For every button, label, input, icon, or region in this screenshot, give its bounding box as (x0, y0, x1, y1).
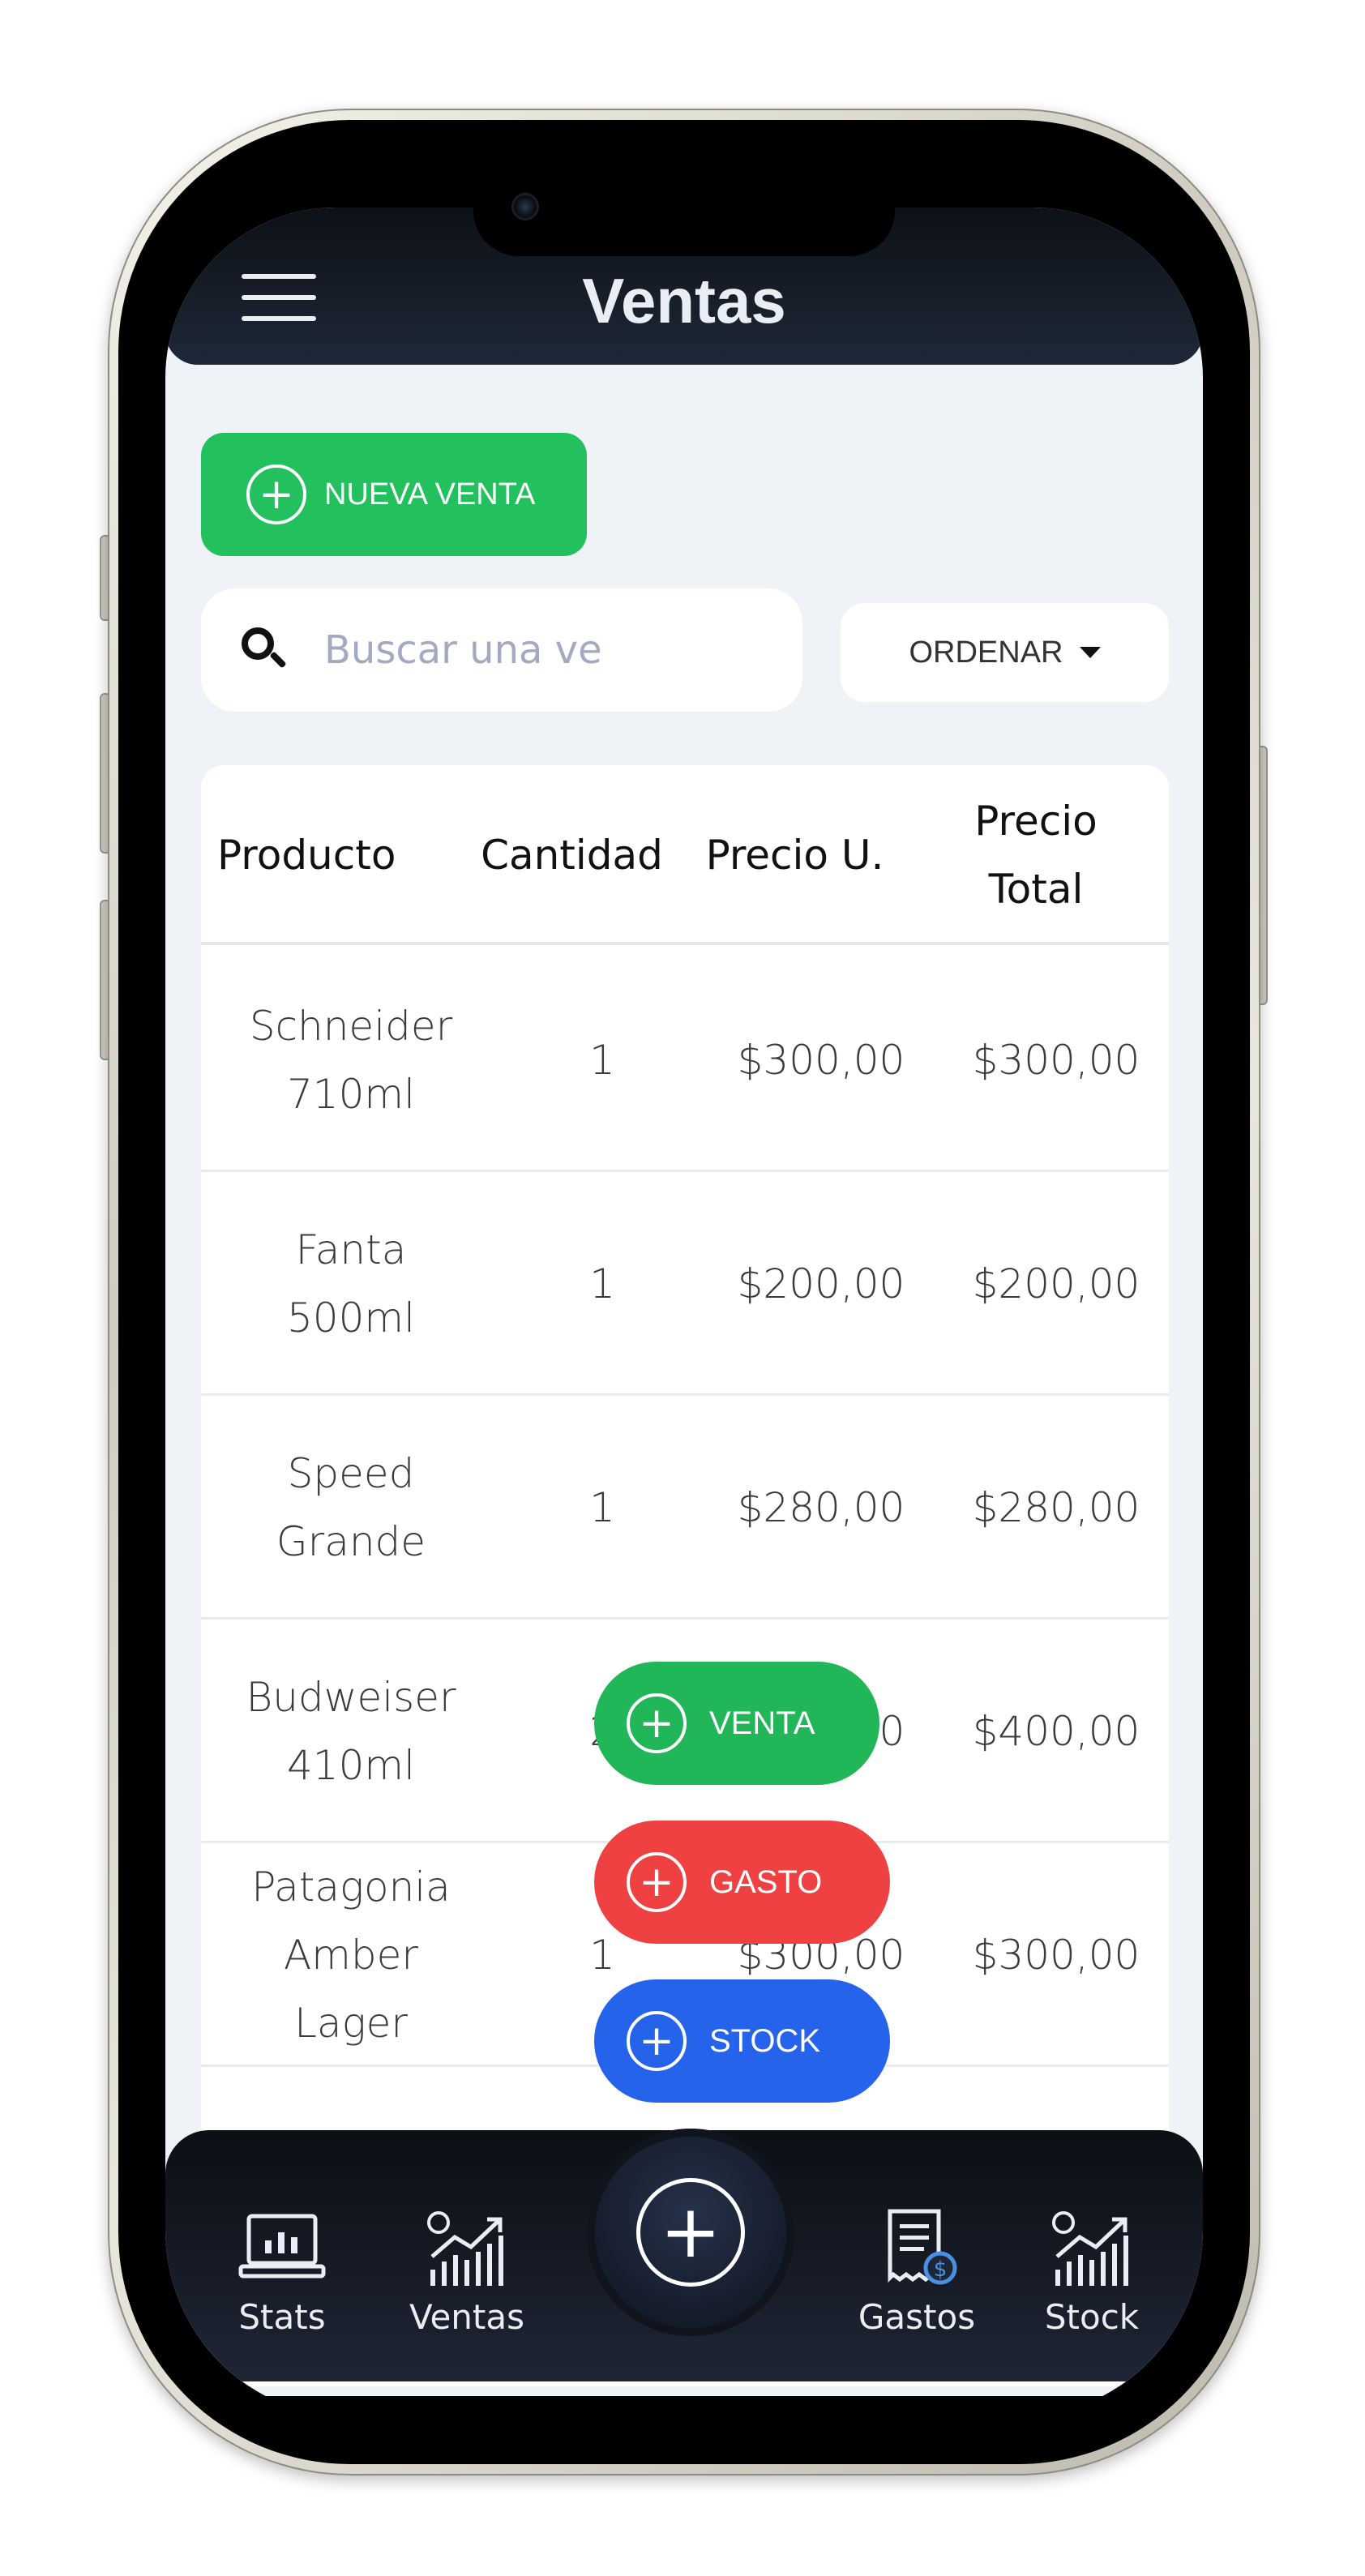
table-header: Producto Cantidad Precio U. Precio Total (201, 765, 1169, 945)
quick-stock-label: STOCK (709, 2022, 821, 2059)
svg-text:$: $ (934, 2257, 948, 2282)
plus-circle-icon: + (627, 2011, 687, 2071)
receipt-dollar-icon: $ (872, 2208, 961, 2289)
cell-producto: Fanta 500ml (286, 1226, 416, 1341)
page: Ventas + NUEVA VENTA ORDENAR (0, 0, 1365, 2576)
cell-producto: Speed Grande (276, 1450, 426, 1565)
quick-gasto-label: GASTO (709, 1864, 823, 1900)
plus-circle-icon: + (627, 1852, 687, 1912)
search-icon (242, 627, 287, 673)
cell-cantidad: 1 (589, 1484, 615, 1531)
nav-label-stats: Stats (238, 2297, 326, 2337)
cell-precio-total: $280,00 (972, 1484, 1140, 1531)
cell-precio-total: $200,00 (972, 1260, 1140, 1307)
sort-label: ORDENAR (909, 635, 1063, 670)
cell-cantidad: 1 (589, 1260, 615, 1307)
front-camera (511, 193, 539, 220)
plus-circle-icon: + (246, 464, 306, 524)
cell-producto: Patagonia Amber Lager (251, 1864, 451, 2047)
cell-precio-total: $300,00 (972, 1932, 1140, 1979)
quick-add-stock-button[interactable]: + STOCK (594, 1979, 890, 2103)
phone-screen: Ventas + NUEVA VENTA ORDENAR (165, 167, 1203, 2417)
quick-venta-label: VENTA (709, 1705, 815, 1741)
cell-producto: Schneider 710ml (249, 1003, 453, 1118)
new-sale-button[interactable]: + NUEVA VENTA (201, 433, 587, 556)
new-sale-label: NUEVA VENTA (324, 477, 536, 511)
plus-circle-icon: + (627, 1693, 687, 1753)
nav-item-stats[interactable]: Stats (209, 2208, 355, 2354)
center-add-button[interactable]: + (595, 2137, 786, 2328)
laptop-chart-icon (237, 2208, 327, 2289)
column-header-precio-total[interactable]: Precio Total (914, 765, 1157, 945)
plus-icon: + (636, 2178, 745, 2287)
page-title: Ventas (582, 265, 786, 336)
nav-label-gastos: Gastos (858, 2297, 976, 2337)
stock-growth-icon (1047, 2208, 1136, 2289)
nav-item-stock[interactable]: Stock (1019, 2208, 1165, 2354)
cell-precio-unitario: $200,00 (737, 1260, 905, 1307)
app-content: Ventas + NUEVA VENTA ORDENAR (165, 208, 1203, 2396)
column-header-producto[interactable]: Producto (217, 765, 460, 945)
cell-precio-total: $300,00 (972, 1037, 1140, 1084)
caret-down-icon (1079, 647, 1101, 658)
column-header-precio-unitario[interactable]: Precio U. (683, 765, 906, 945)
sales-growth-icon (422, 2208, 511, 2289)
search-box (201, 588, 802, 712)
column-header-cantidad[interactable]: Cantidad (460, 765, 683, 945)
cell-producto: Budweiser 410ml (246, 1674, 456, 1789)
search-input[interactable] (324, 627, 778, 673)
cell-precio-unitario: $300,00 (737, 1037, 905, 1084)
nav-item-ventas[interactable]: Ventas (394, 2208, 540, 2354)
cell-precio-unitario: $280,00 (737, 1484, 905, 1531)
nav-item-gastos[interactable]: $ Gastos (844, 2208, 990, 2354)
quick-add-gasto-button[interactable]: + GASTO (594, 1821, 890, 1944)
quick-add-venta-button[interactable]: + VENTA (594, 1662, 879, 1785)
sort-dropdown-button[interactable]: ORDENAR (841, 603, 1169, 702)
cell-precio-total: $400,00 (972, 1708, 1140, 1755)
table-row[interactable]: Schneider 710ml 1 $300,00 $300,00 (201, 948, 1169, 1172)
table-row[interactable]: Speed Grande 1 $280,00 $280,00 (201, 1396, 1169, 1620)
nav-label-stock: Stock (1044, 2297, 1140, 2337)
cell-cantidad: 1 (589, 1037, 615, 1084)
table-row[interactable]: Fanta 500ml 1 $200,00 $200,00 (201, 1172, 1169, 1396)
nav-label-ventas: Ventas (409, 2297, 525, 2337)
